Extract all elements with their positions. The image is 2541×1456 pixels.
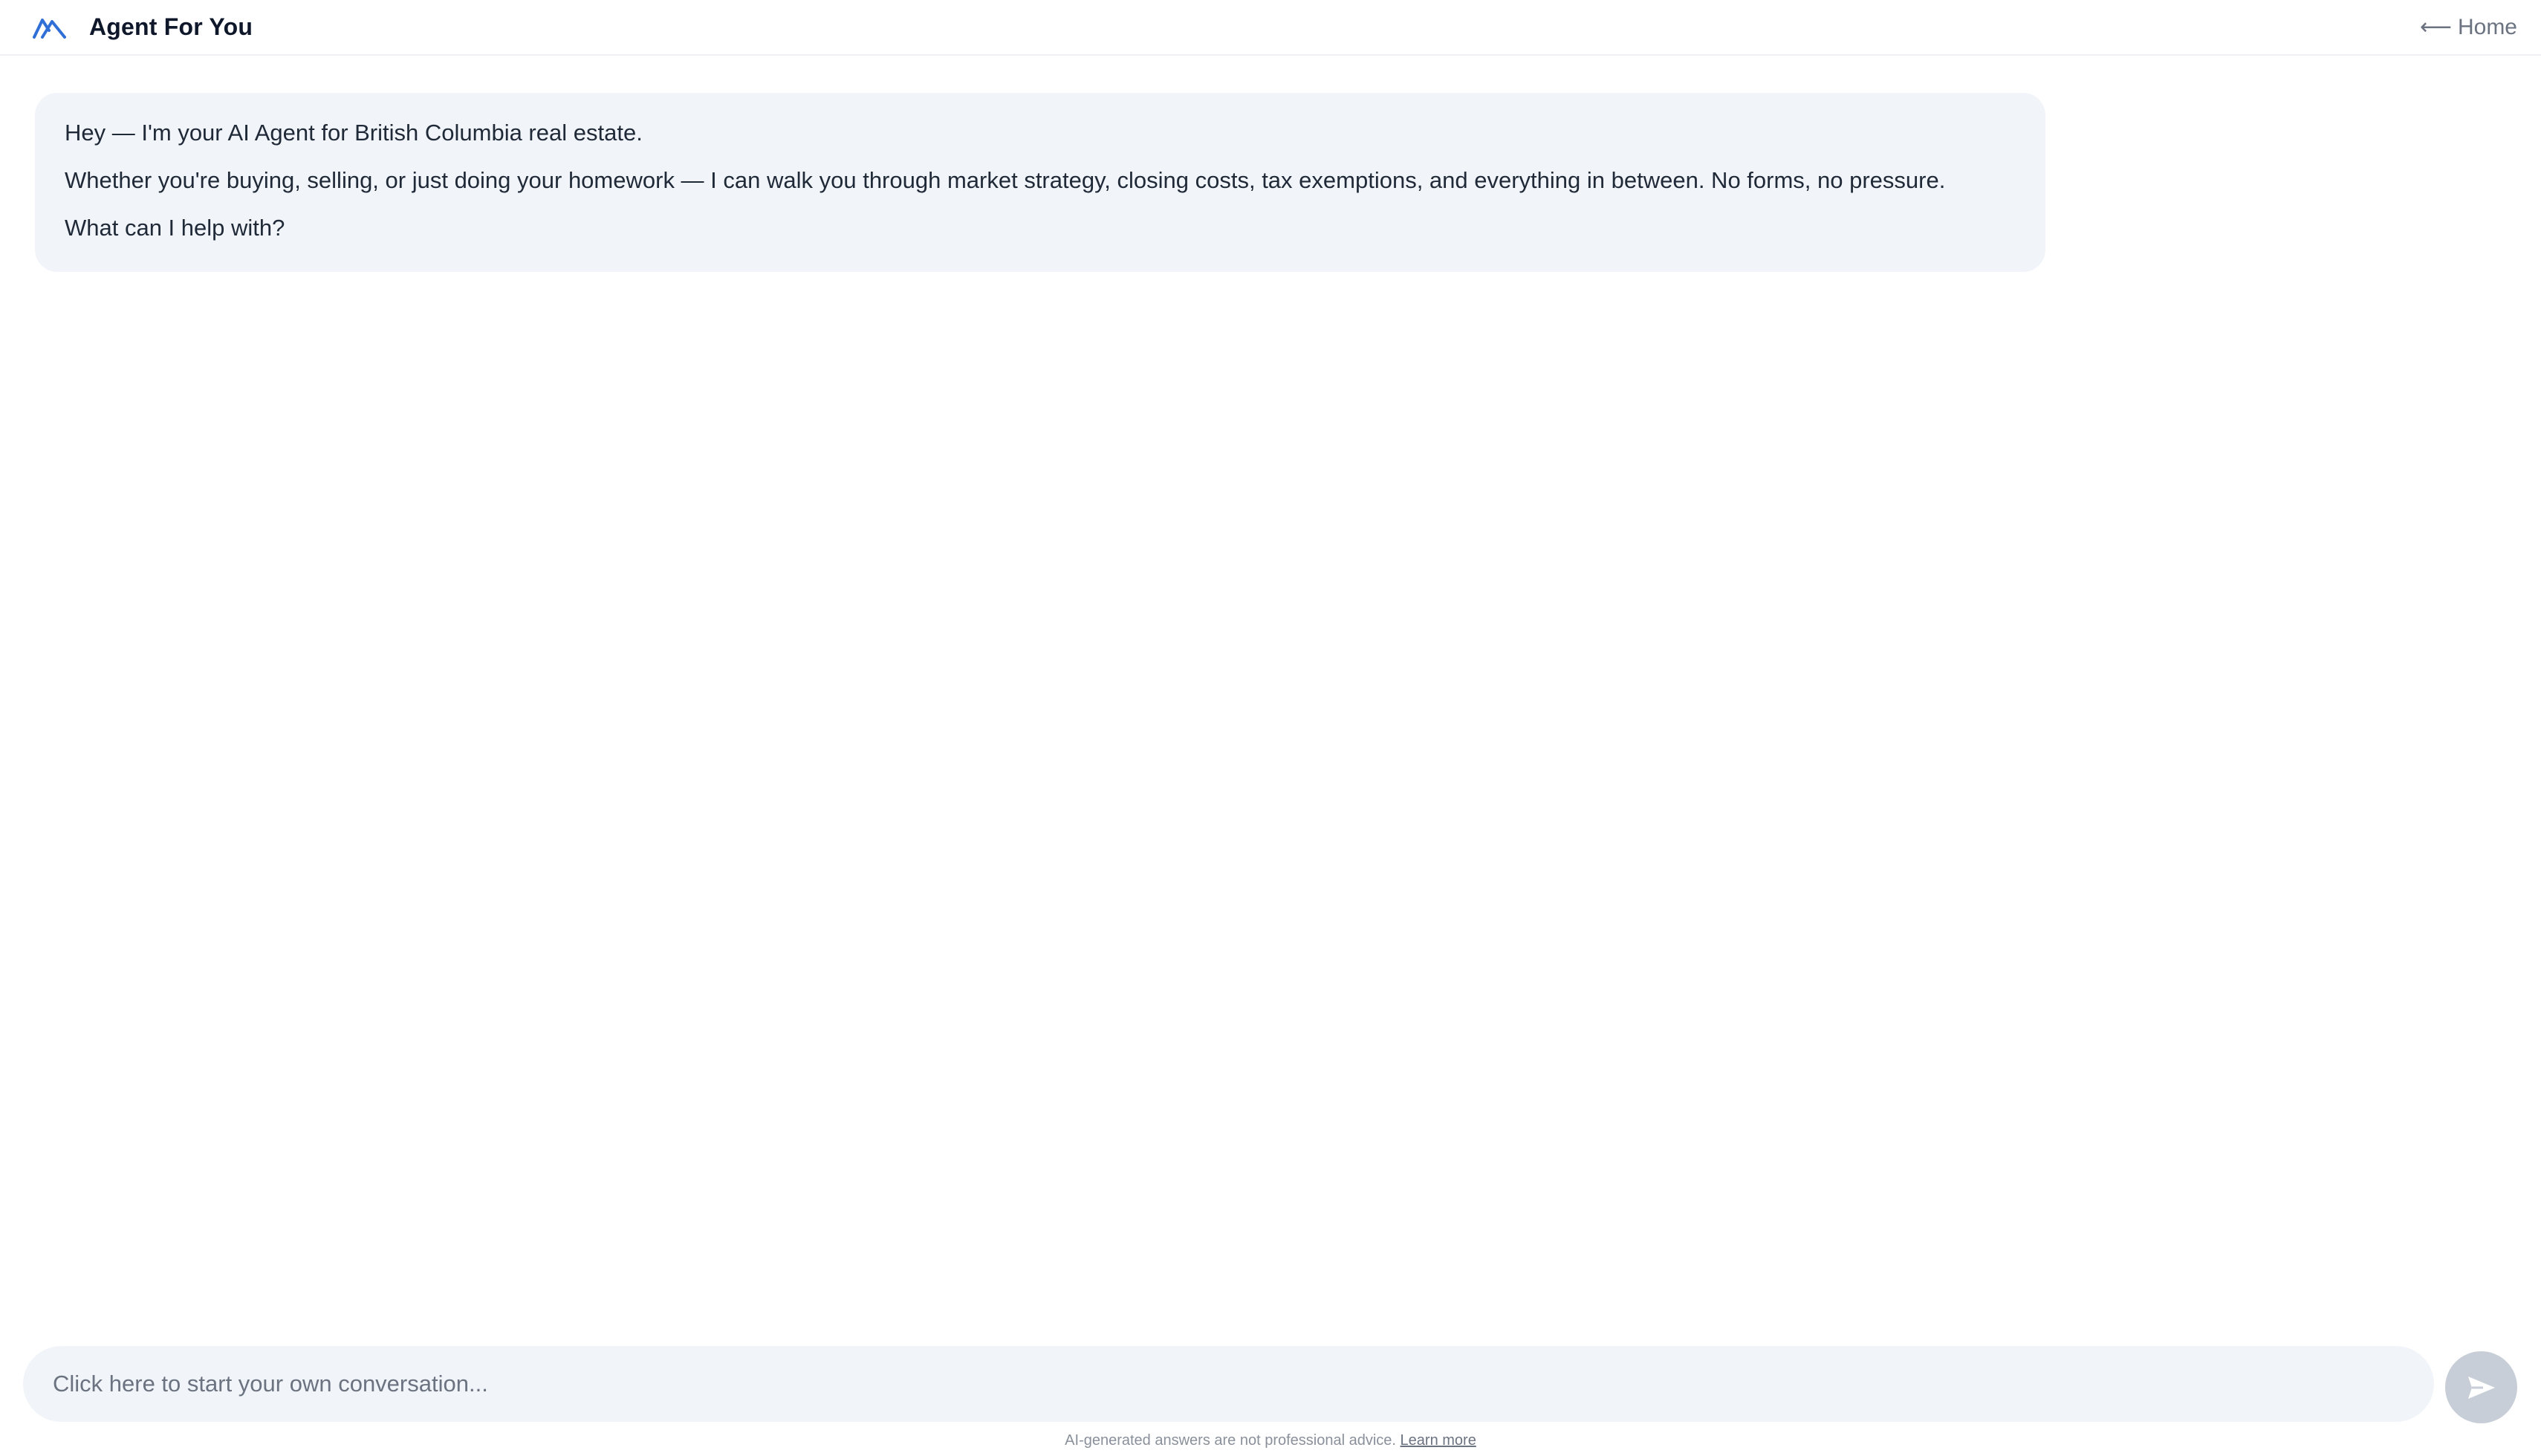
message-composer[interactable] xyxy=(23,1346,2434,1422)
app-header: Agent For You ⟵ Home xyxy=(0,0,2541,56)
disclaimer: AI-generated answers are not professiona… xyxy=(0,1432,2541,1449)
message-paragraph: Hey — I'm your AI Agent for British Colu… xyxy=(65,120,643,146)
message-paragraph: What can I help with? xyxy=(65,215,285,241)
message-paragraph: Whether you're buying, selling, or just … xyxy=(65,167,1946,193)
disclaimer-text: AI-generated answers are not professiona… xyxy=(1065,1432,1396,1449)
learn-more-link[interactable]: Learn more xyxy=(1401,1432,1476,1449)
assistant-message: Hey — I'm your AI Agent for British Colu… xyxy=(35,93,2045,272)
mountain-logo-icon[interactable] xyxy=(33,16,67,39)
back-arrow-icon: ⟵ xyxy=(2419,15,2452,39)
send-button[interactable] xyxy=(2445,1351,2517,1423)
home-link-label: Home xyxy=(2457,14,2517,39)
send-icon xyxy=(2467,1375,2496,1400)
brand-title: Agent For You xyxy=(89,13,253,40)
home-link[interactable]: ⟵ Home xyxy=(2420,14,2517,40)
message-input[interactable] xyxy=(53,1371,2404,1397)
